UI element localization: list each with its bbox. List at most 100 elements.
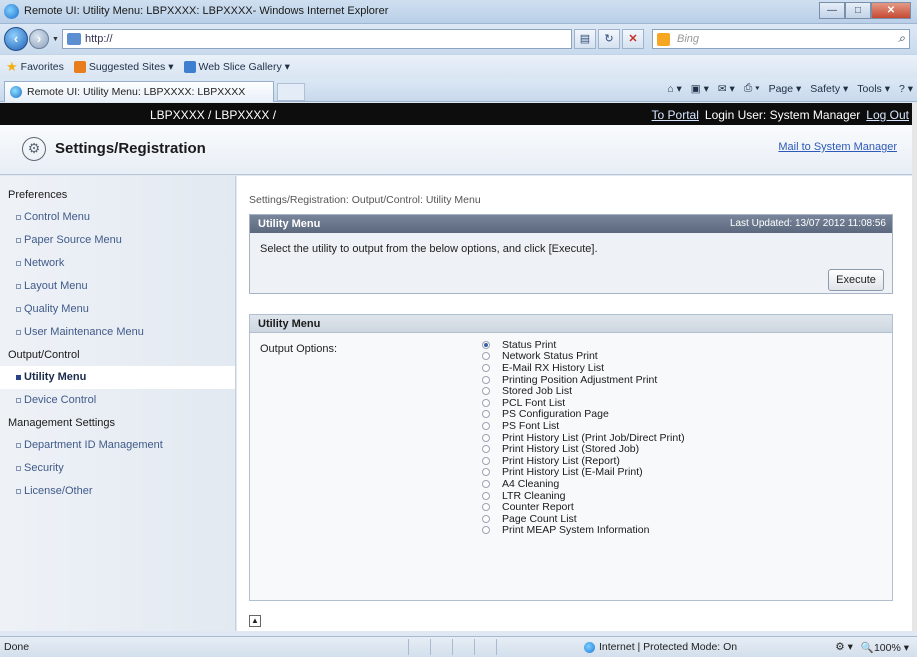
- zoom-level: 100%: [873, 642, 901, 654]
- search-input[interactable]: Bing ⌕: [652, 29, 910, 49]
- output-option[interactable]: Print History List (Report): [482, 455, 685, 467]
- output-option[interactable]: Print History List (Print Job/Direct Pri…: [482, 432, 685, 444]
- close-button[interactable]: ✕: [871, 2, 911, 19]
- radio-button[interactable]: [482, 398, 490, 407]
- radio-button[interactable]: [482, 514, 490, 523]
- sidebar-item-label: License/Other: [24, 485, 93, 497]
- forward-button[interactable]: ›: [29, 29, 49, 49]
- help-icon[interactable]: ? ▾: [899, 83, 913, 95]
- output-option-label: Network Status Print: [502, 350, 598, 363]
- minimize-button[interactable]: —: [819, 2, 845, 19]
- radio-button[interactable]: [482, 445, 490, 454]
- vertical-scrollbar[interactable]: [912, 103, 917, 631]
- maximize-button[interactable]: □: [845, 2, 871, 19]
- log-out-link[interactable]: Log Out: [866, 108, 909, 122]
- status-divider: [408, 639, 409, 655]
- sidebar-section-management-settings: Management Settings: [8, 417, 116, 429]
- page-top-icon[interactable]: ▲: [249, 615, 261, 627]
- output-option[interactable]: LTR Cleaning: [482, 490, 685, 502]
- sidebar-item-license-other[interactable]: License/Other: [0, 480, 235, 503]
- sidebar-item-layout-menu[interactable]: Layout Menu: [0, 275, 235, 298]
- ie-logo-icon: [4, 4, 19, 19]
- output-option[interactable]: PS Font List: [482, 420, 685, 432]
- output-option[interactable]: Printing Position Adjustment Print: [482, 374, 685, 386]
- radio-button[interactable]: [482, 363, 490, 372]
- radio-button[interactable]: [482, 375, 490, 384]
- home-icon[interactable]: ⌂ ▾: [667, 83, 682, 95]
- sidebar-item-security[interactable]: Security: [0, 457, 235, 480]
- new-tab-button[interactable]: [277, 83, 305, 101]
- status-divider: [430, 639, 431, 655]
- back-button[interactable]: ‹: [4, 27, 28, 51]
- url-field[interactable]: http://: [62, 29, 572, 49]
- radio-button[interactable]: [482, 340, 490, 349]
- output-option[interactable]: Stored Job List: [482, 385, 685, 397]
- bullet-icon: [16, 215, 21, 220]
- tab-utility-menu[interactable]: Remote UI: Utility Menu: LBPXXXX: LBPXXX…: [4, 81, 274, 102]
- radio-button[interactable]: [482, 468, 490, 477]
- search-icon[interactable]: ⌕: [898, 31, 905, 46]
- radio-button[interactable]: [482, 421, 490, 430]
- url-text: http://: [85, 33, 113, 45]
- favorites-label: Favorites: [20, 60, 64, 73]
- output-option[interactable]: Print History List (Stored Job): [482, 443, 685, 455]
- compatibility-view-icon[interactable]: ▤: [574, 29, 596, 49]
- output-option[interactable]: Counter Report: [482, 501, 685, 513]
- bullet-icon: [16, 284, 21, 289]
- suggested-sites-label: Suggested Sites ▾: [88, 60, 174, 73]
- output-options-panel: Utility Menu Output Options: Status Prin…: [249, 314, 893, 601]
- mail-to-system-manager-link[interactable]: Mail to System Manager: [778, 141, 897, 153]
- output-option[interactable]: Print MEAP System Information: [482, 524, 685, 536]
- command-bar: ⌂ ▾ ▣ ▾ ✉ ▾ ⎙ ▾ Page ▾ Safety ▾ Tools ▾ …: [667, 82, 913, 95]
- output-option[interactable]: Status Print: [482, 339, 685, 351]
- radio-button[interactable]: [482, 456, 490, 465]
- radio-button[interactable]: [482, 491, 490, 500]
- output-option[interactable]: A4 Cleaning: [482, 478, 685, 490]
- web-slice-gallery-link[interactable]: Web Slice Gallery ▾: [183, 60, 290, 73]
- output-option[interactable]: Print History List (E-Mail Print): [482, 466, 685, 478]
- suggested-sites-link[interactable]: Suggested Sites ▾: [73, 60, 174, 73]
- history-dropdown-icon[interactable]: ▼: [52, 36, 59, 43]
- sidebar-item-utility-menu[interactable]: Utility Menu: [0, 366, 235, 389]
- feeds-icon[interactable]: ▣ ▾: [691, 83, 709, 95]
- radio-button[interactable]: [482, 479, 490, 488]
- to-portal-link[interactable]: To Portal: [652, 108, 699, 122]
- panel-header: Utility Menu Last Updated: 13/07 2012 11…: [250, 215, 892, 233]
- radio-button[interactable]: [482, 410, 490, 419]
- output-option[interactable]: Page Count List: [482, 513, 685, 525]
- output-options-label: Output Options:: [260, 343, 338, 355]
- sidebar-item-control-menu[interactable]: Control Menu: [0, 206, 235, 229]
- radio-button[interactable]: [482, 433, 490, 442]
- page-menu[interactable]: Page ▾: [769, 83, 802, 95]
- tools-menu[interactable]: Tools ▾: [857, 83, 890, 95]
- login-user-text: Login User: System Manager: [704, 108, 861, 122]
- zoom-control[interactable]: 🔍100% ▾: [861, 641, 909, 654]
- favorites-button[interactable]: ★ Favorites: [6, 59, 64, 75]
- refresh-icon[interactable]: ↻: [598, 29, 620, 49]
- output-option[interactable]: PCL Font List: [482, 397, 685, 409]
- sidebar-item-quality-menu[interactable]: Quality Menu: [0, 298, 235, 321]
- sidebar-item-user-maintenance-menu[interactable]: User Maintenance Menu: [0, 321, 235, 344]
- output-option[interactable]: Network Status Print: [482, 350, 685, 363]
- mail-icon[interactable]: ✉ ▾: [718, 83, 735, 95]
- radio-button[interactable]: [482, 526, 490, 535]
- output-option[interactable]: PS Configuration Page: [482, 408, 685, 420]
- execute-button[interactable]: Execute: [828, 269, 884, 291]
- sidebar-item-network[interactable]: Network: [0, 252, 235, 275]
- output-option-label: E-Mail RX History List: [502, 361, 605, 374]
- stop-icon[interactable]: ✕: [622, 29, 644, 49]
- radio-button[interactable]: [482, 503, 490, 512]
- sidebar-item-device-control[interactable]: Device Control: [0, 389, 235, 412]
- security-zone[interactable]: Internet | Protected Mode: On: [584, 641, 737, 653]
- radio-button[interactable]: [482, 352, 490, 361]
- main-content: Settings/Registration: Output/Control: U…: [237, 176, 917, 631]
- print-icon[interactable]: ⎙ ▾: [744, 82, 760, 95]
- sidebar-item-paper-source-menu[interactable]: Paper Source Menu: [0, 229, 235, 252]
- output-option[interactable]: E-Mail RX History List: [482, 362, 685, 374]
- tab-label: Remote UI: Utility Menu: LBPXXXX: LBPXXX…: [27, 86, 246, 98]
- sidebar-item-department-id-management[interactable]: Department ID Management: [0, 434, 235, 457]
- safety-menu[interactable]: Safety ▾: [810, 83, 848, 95]
- status-tools-icon[interactable]: ⚙ ▾: [835, 641, 853, 654]
- radio-button[interactable]: [482, 387, 490, 396]
- address-bar: ‹ › ▼ http:// ▤ ↻ ✕ Bing ⌕: [0, 24, 917, 54]
